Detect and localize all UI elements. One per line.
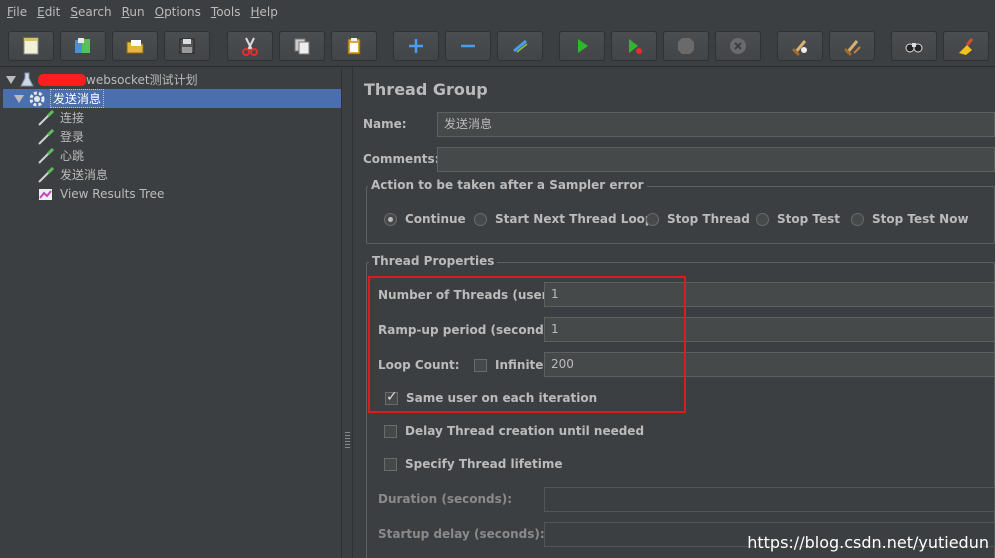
expand-arrow-icon[interactable] [14, 94, 24, 103]
search-button[interactable] [891, 31, 937, 61]
shutdown-icon [730, 38, 746, 54]
sampler-error-legend: Action to be taken after a Sampler error [368, 178, 647, 192]
tree-item-thread-group[interactable]: 发送消息 [3, 89, 341, 108]
watermark: https://blog.csdn.net/yutiedun [747, 533, 989, 552]
checkbox-icon [384, 424, 397, 438]
tree-item-test-plan[interactable]: websocket测试计划 [6, 70, 336, 89]
menu-file[interactable]: File [2, 0, 32, 24]
tree-item-sampler[interactable]: 心跳 [37, 146, 86, 165]
expand-arrow-icon[interactable] [6, 75, 16, 84]
split-pane-divider[interactable] [341, 68, 353, 558]
comments-field[interactable] [437, 147, 995, 172]
name-label: Name: [363, 117, 407, 131]
collapse-button[interactable] [445, 31, 491, 61]
collapse-icon [461, 44, 475, 48]
menu-help[interactable]: Help [246, 0, 283, 24]
pipette-icon [38, 147, 55, 164]
test-plan-tree: websocket测试计划 发送消息 连接 登录 心跳 发送消息 View Re… [0, 68, 341, 558]
save-button[interactable] [164, 31, 210, 61]
toggle-button[interactable] [497, 31, 543, 61]
tree-item-sampler[interactable]: 连接 [37, 108, 86, 127]
new-button[interactable] [8, 31, 54, 61]
menu-search[interactable]: Search [65, 0, 116, 24]
toggle-icon [513, 39, 528, 53]
delay-creation-checkbox[interactable]: Delay Thread creation until needed [384, 424, 644, 438]
clear-icon [791, 40, 807, 57]
search-icon [905, 43, 923, 53]
comments-label: Comments: [363, 152, 440, 166]
reset-search-button[interactable] [943, 31, 989, 61]
tree-item-label: 连接 [60, 111, 85, 125]
menu-tools[interactable]: Tools [206, 0, 246, 24]
radio-selected-icon [384, 212, 397, 226]
duration-label: Duration (seconds): [378, 492, 513, 506]
start-no-pause-button[interactable] [611, 31, 657, 61]
new-icon [23, 37, 39, 55]
cut-button[interactable] [227, 31, 273, 61]
pipette-icon [38, 109, 55, 126]
pipette-icon [38, 166, 55, 183]
radio-stop-thread[interactable]: Stop Thread [646, 212, 750, 226]
copy-icon [294, 38, 310, 55]
radio-continue[interactable]: Continue [384, 212, 466, 226]
redacted-block [38, 73, 86, 86]
save-icon [179, 38, 195, 54]
tree-item-label: View Results Tree [60, 186, 165, 201]
test-plan-icon [20, 72, 34, 86]
start-button[interactable] [559, 31, 605, 61]
clear-all-icon [843, 40, 861, 57]
radio-icon [851, 212, 864, 226]
paste-icon [347, 38, 361, 55]
checkbox-icon [384, 457, 397, 471]
menu-edit[interactable]: Edit [32, 0, 65, 24]
paste-button[interactable] [331, 31, 377, 61]
radio-stop-test[interactable]: Stop Test [756, 212, 840, 226]
reset-search-icon [959, 38, 974, 55]
copy-button[interactable] [279, 31, 325, 61]
thread-lifetime-checkbox[interactable]: Specify Thread lifetime [384, 457, 563, 471]
test-plan-label: websocket测试计划 [86, 73, 198, 87]
radio-icon [646, 212, 659, 226]
radio-start-next-loop[interactable]: Start Next Thread Loop [474, 212, 654, 226]
tree-item-label: 登录 [60, 130, 85, 144]
startup-delay-label: Startup delay (seconds): [378, 527, 545, 541]
tree-item-sampler[interactable]: 发送消息 [37, 165, 110, 184]
menu-bar: File Edit Search Run Options Tools Help [0, 0, 995, 24]
chart-icon [39, 188, 52, 200]
tree-item-sampler[interactable]: 登录 [37, 127, 86, 146]
start-icon [578, 39, 588, 53]
panel-title: Thread Group [364, 80, 488, 99]
pipette-icon [38, 128, 55, 145]
radio-icon [474, 212, 487, 226]
thread-group-panel: Thread Group Name: 发送消息 Comments: Action… [353, 68, 995, 558]
clear-all-button[interactable] [829, 31, 875, 61]
open-button[interactable] [112, 31, 158, 61]
open-icon [126, 40, 144, 54]
stop-icon [678, 38, 694, 54]
menu-options[interactable]: Options [150, 0, 206, 24]
highlight-box [368, 276, 686, 413]
thread-group-label: 发送消息 [50, 89, 105, 108]
tree-item-label: 发送消息 [60, 168, 109, 182]
toolbar [0, 25, 995, 67]
expand-icon [409, 39, 423, 53]
radio-stop-test-now[interactable]: Stop Test Now [851, 212, 969, 226]
stop-button[interactable] [663, 31, 709, 61]
tree-item-listener[interactable]: View Results Tree [37, 184, 166, 203]
thread-properties-legend: Thread Properties [369, 254, 498, 268]
menu-run[interactable]: Run [117, 0, 150, 24]
clear-button[interactable] [777, 31, 823, 61]
cut-icon [242, 37, 258, 56]
expand-button[interactable] [393, 31, 439, 61]
templates-icon [75, 38, 90, 53]
templates-button[interactable] [60, 31, 106, 61]
tree-item-label: 心跳 [60, 149, 85, 163]
gear-icon [29, 91, 45, 106]
start-no-pause-icon [629, 39, 642, 54]
drag-handle-icon[interactable] [345, 432, 350, 448]
radio-icon [756, 212, 769, 226]
shutdown-button[interactable] [715, 31, 761, 61]
name-field[interactable]: 发送消息 [437, 112, 995, 137]
duration-field[interactable] [544, 487, 995, 512]
